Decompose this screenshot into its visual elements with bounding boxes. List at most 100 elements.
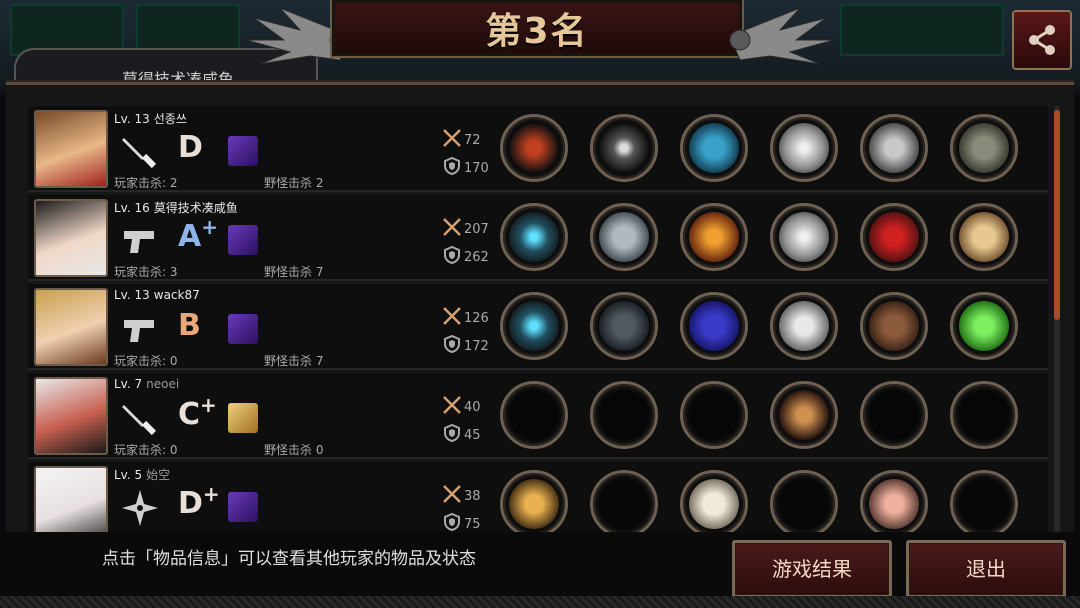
boomerang-icon: [509, 479, 559, 529]
player-level-name: Lv. 13 선종쓰: [114, 110, 187, 127]
shield-icon: [442, 423, 462, 447]
equipment-slot[interactable]: [860, 470, 928, 532]
metal-disc-icon: [779, 212, 829, 262]
share-button[interactable]: [1012, 10, 1072, 70]
equipment-slot[interactable]: [770, 292, 838, 360]
scroll-thumb[interactable]: [1054, 110, 1060, 320]
player-row[interactable]: Lv. 5 始空 D+ 38 75: [28, 462, 1048, 532]
text: 40: [464, 399, 481, 415]
green-gem-icon: [959, 301, 1009, 351]
equipment-slot[interactable]: [590, 114, 658, 182]
equipment-slot[interactable]: [770, 381, 838, 449]
crossed-swords-icon: [442, 484, 462, 508]
crossed-swords-icon: [442, 217, 462, 241]
player-name: 莫得技术凑咸鱼: [153, 201, 238, 215]
equipment-slot[interactable]: [770, 203, 838, 271]
knife-icon: [120, 399, 160, 439]
equipment-slot[interactable]: [680, 381, 748, 449]
player-avatar[interactable]: [34, 199, 108, 277]
equipment-slot[interactable]: [950, 470, 1018, 532]
player-level-name: Lv. 13 wack87: [114, 288, 200, 302]
blue-cloak-icon: [689, 301, 739, 351]
monster-kills: 野怪击杀 7: [264, 265, 324, 279]
defense-stat: 45: [442, 423, 481, 447]
player-kills: 玩家击杀: 2: [114, 176, 178, 190]
text: +: [202, 482, 220, 506]
equipment-slot[interactable]: [500, 114, 568, 182]
attack-stat: 207: [442, 217, 489, 241]
purple-cube-icon: [228, 492, 258, 522]
equipment-slot[interactable]: [500, 381, 568, 449]
text: D: [178, 130, 203, 165]
grade-badge: A+: [178, 215, 218, 254]
crossed-swords-icon: [442, 395, 462, 419]
equipment-slot[interactable]: [500, 470, 568, 532]
equipment-slot[interactable]: [590, 381, 658, 449]
text: 172: [464, 338, 489, 354]
player-avatar[interactable]: [34, 288, 108, 366]
camo-vest-icon: [959, 123, 1009, 173]
attack-stat: 126: [442, 306, 489, 330]
frame-border: [0, 596, 1080, 608]
equipment-slot[interactable]: [860, 381, 928, 449]
equipment-slot[interactable]: [590, 203, 658, 271]
tactical-helmet-icon: [599, 301, 649, 351]
defense-stat: 172: [442, 334, 489, 358]
player-kills: 玩家击杀: 0: [114, 443, 178, 457]
attack-stat: 38: [442, 484, 481, 508]
share-icon: [1029, 25, 1055, 55]
player-row[interactable]: Lv. 7 neoei C+ 玩家击杀: 0 野怪击杀 0 40 45: [28, 373, 1048, 459]
crossed-swords-icon: [442, 128, 462, 152]
equipment-slot[interactable]: [680, 203, 748, 271]
text: 170: [464, 160, 489, 176]
text: Lv. 16: [114, 201, 150, 215]
shuriken-icon: [120, 488, 160, 528]
equipment-slot[interactable]: [770, 114, 838, 182]
player-avatar[interactable]: [34, 377, 108, 455]
grade-badge: B: [178, 308, 201, 343]
equipment-slot[interactable]: [590, 470, 658, 532]
player-list[interactable]: Lv. 13 선종쓰 D 玩家击杀: 2 野怪击杀 2 72 170 Lv. 16…: [22, 106, 1052, 532]
equipment-slot[interactable]: [950, 381, 1018, 449]
equipment-slot[interactable]: [500, 292, 568, 360]
white-robe-icon: [689, 479, 739, 529]
equipment-slot[interactable]: [860, 203, 928, 271]
knife-icon: [120, 132, 160, 172]
player-row[interactable]: Lv. 13 선종쓰 D 玩家击杀: 2 野怪击杀 2 72 170: [28, 106, 1048, 192]
flame-armor-icon: [689, 212, 739, 262]
text: Lv. 13: [114, 112, 150, 126]
monster-kills: 野怪击杀 7: [264, 354, 324, 368]
player-row[interactable]: Lv. 13 wack87 B 玩家击杀: 0 野怪击杀 7 126 172: [28, 284, 1048, 370]
text: D: [178, 486, 203, 521]
rank-banner: 第3名: [330, 0, 744, 58]
equipment-slot[interactable]: [680, 292, 748, 360]
equipment-slot[interactable]: [500, 203, 568, 271]
hint-text: 点击「物品信息」可以查看其他玩家的物品及状态: [102, 549, 476, 569]
text: 45: [464, 427, 481, 443]
player-avatar[interactable]: [34, 466, 108, 532]
purple-cube-icon: [228, 314, 258, 344]
player-row[interactable]: Lv. 16 莫得技术凑咸鱼 A+ 玩家击杀: 3 野怪击杀 7 207 262: [28, 195, 1048, 281]
player-avatar[interactable]: [34, 110, 108, 188]
equipment-slot[interactable]: [680, 470, 748, 532]
text: B: [178, 308, 201, 343]
equipment-slot[interactable]: [950, 114, 1018, 182]
monster-kills: 野怪击杀 2: [264, 176, 324, 190]
purple-cube-icon: [228, 225, 258, 255]
exit-button[interactable]: 退出: [906, 540, 1066, 598]
equipment-slot[interactable]: [680, 114, 748, 182]
equipment-slot[interactable]: [590, 292, 658, 360]
scrollbar[interactable]: [1054, 106, 1060, 532]
grade-badge: D+: [178, 482, 220, 521]
game-result-button[interactable]: 游戏结果: [732, 540, 892, 598]
grade-badge: C+: [178, 393, 217, 432]
laser-rifle-icon: [509, 212, 559, 262]
equipment-slot[interactable]: [770, 470, 838, 532]
equipment-slot[interactable]: [860, 114, 928, 182]
text: Lv. 13: [114, 288, 150, 302]
equipment-slot[interactable]: [950, 292, 1018, 360]
text: Lv. 7: [114, 377, 143, 391]
equipment-slot[interactable]: [860, 292, 928, 360]
equipment-slot[interactable]: [950, 203, 1018, 271]
player-level-name: Lv. 7 neoei: [114, 377, 179, 391]
